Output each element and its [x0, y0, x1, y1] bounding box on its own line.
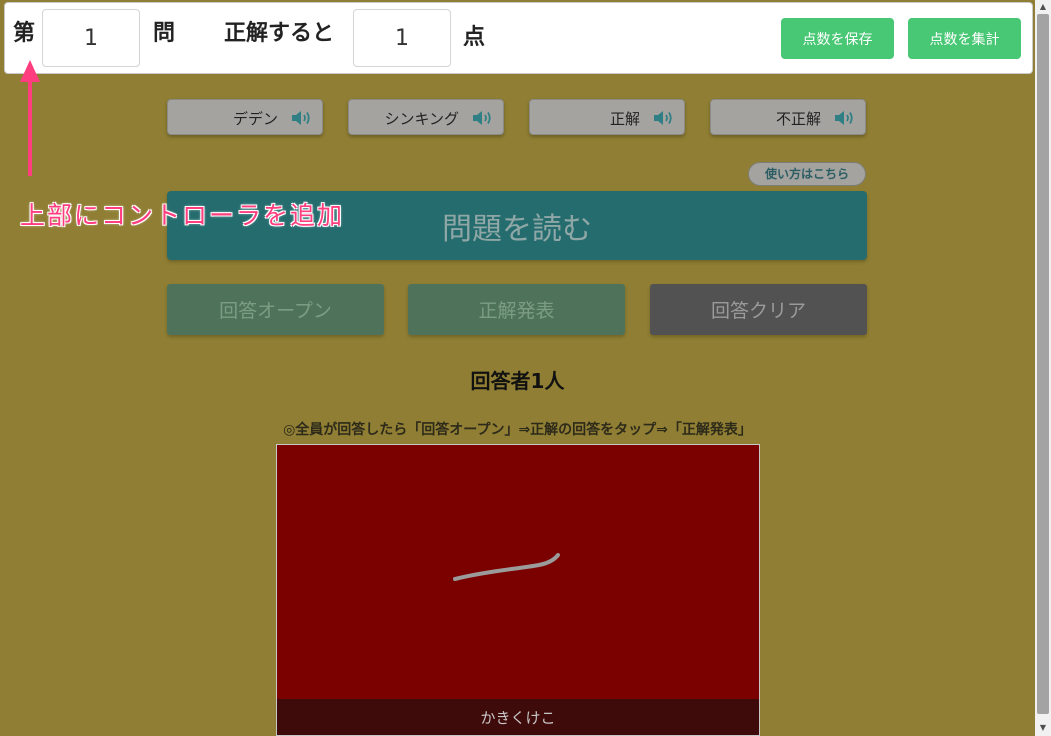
respondent-name: かきくけこ [277, 699, 759, 735]
speaker-icon [654, 111, 672, 125]
sound-label: デデン [232, 110, 278, 128]
scrollbar-thumb[interactable] [1037, 14, 1049, 714]
clear-answers-button[interactable]: 回答クリア [650, 284, 867, 335]
scroll-up-arrow-icon[interactable]: ▲ [1037, 1, 1049, 13]
help-link[interactable]: 使い方はこちら [748, 162, 866, 186]
points-suffix-label: 点 [463, 25, 486, 50]
respondents-title: 回答者1人 [470, 369, 565, 393]
answer-open-button[interactable]: 回答オープン [167, 284, 384, 335]
question-number-input[interactable] [42, 9, 140, 67]
speaker-icon [835, 111, 853, 125]
instructions-text: ◎全員が回答したら「回答オープン」⇒正解の回答をタップ⇒「正解発表」 [283, 422, 752, 438]
speaker-icon [473, 111, 491, 125]
points-prefix-label: 正解すると [224, 21, 335, 46]
question-suffix-label: 問 [153, 21, 176, 46]
sound-button-deden[interactable]: デデン [167, 99, 323, 135]
save-score-button[interactable]: 点数を保存 [781, 18, 894, 59]
scroll-down-arrow-icon[interactable]: ▼ [1037, 722, 1049, 734]
sound-button-thinking[interactable]: シンキング [348, 99, 504, 135]
sound-label: 不正解 [775, 110, 821, 128]
top-controller-bar: 第 問 正解すると 点 点数を保存 点数を集計 [4, 2, 1033, 74]
speaker-icon [292, 111, 310, 125]
answer-card[interactable]: ー かきくけこ [276, 444, 760, 736]
handwritten-answer-drawing [453, 553, 560, 581]
sound-label: シンキング [384, 110, 459, 128]
question-prefix-label: 第 [13, 21, 36, 46]
sound-label: 正解 [609, 110, 640, 128]
sound-button-incorrect[interactable]: 不正解 [710, 99, 866, 135]
reveal-answer-button[interactable]: 正解発表 [408, 284, 625, 335]
points-input[interactable] [353, 9, 451, 67]
annotation-text: 上部にコントローラを追加 [20, 201, 345, 230]
sound-button-correct[interactable]: 正解 [529, 99, 685, 135]
annotation-arrow-icon [20, 60, 40, 176]
tally-score-button[interactable]: 点数を集計 [908, 18, 1021, 59]
